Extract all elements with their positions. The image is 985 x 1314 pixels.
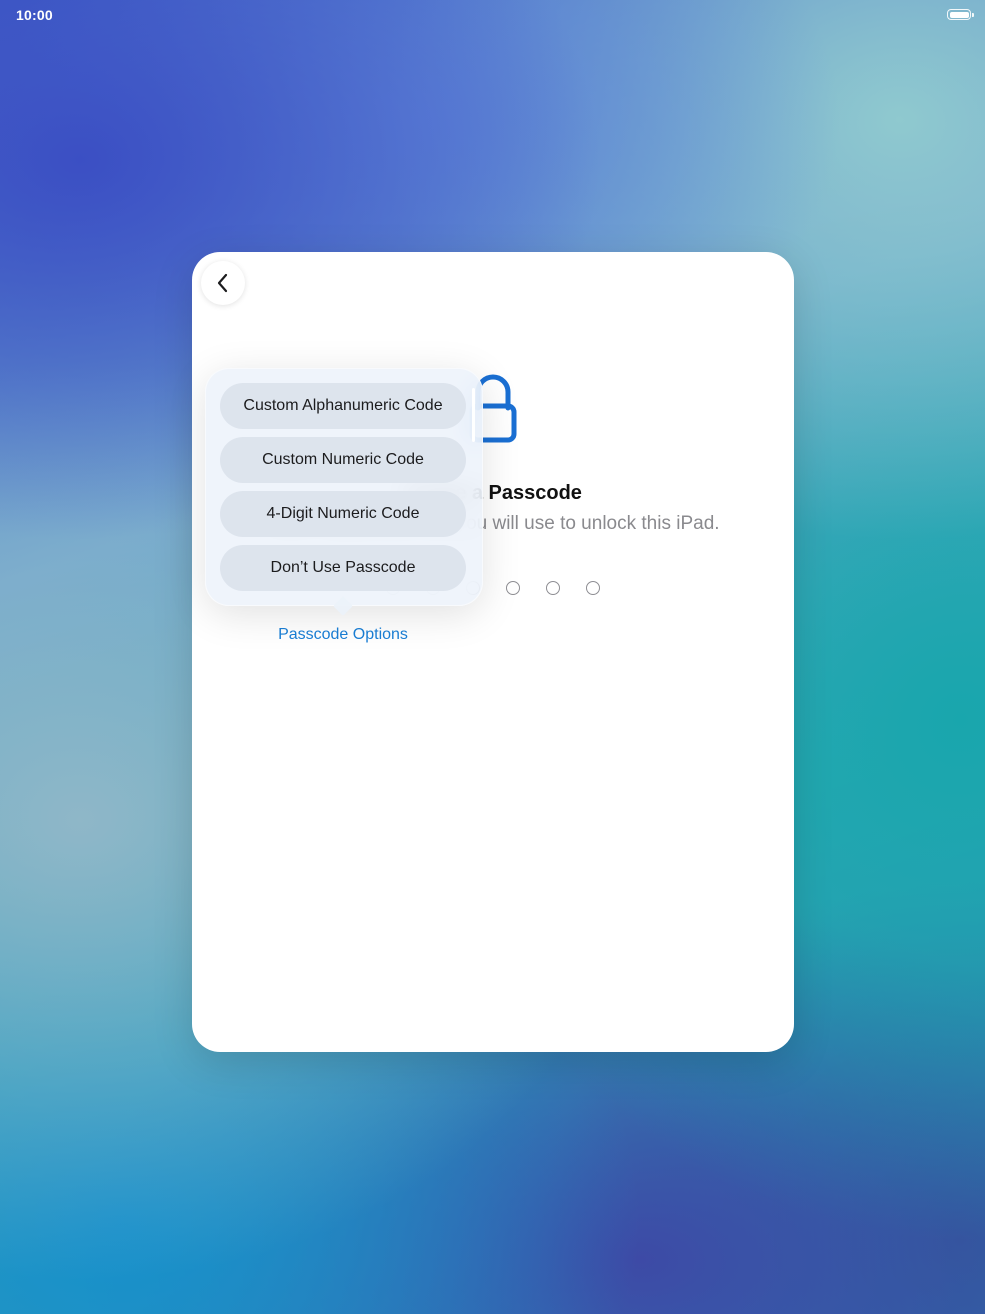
battery-full-icon <box>947 9 974 20</box>
status-time: 10:00 <box>16 7 53 23</box>
menu-item-custom-numeric[interactable]: Custom Numeric Code <box>220 437 466 483</box>
passcode-dot <box>506 581 520 595</box>
menu-item-4-digit-numeric[interactable]: 4-Digit Numeric Code <box>220 491 466 537</box>
chevron-left-icon <box>217 273 228 293</box>
passcode-dot <box>586 581 600 595</box>
menu-item-custom-alphanumeric[interactable]: Custom Alphanumeric Code <box>220 383 466 429</box>
passcode-options-popover: Custom Alphanumeric Code Custom Numeric … <box>205 368 483 616</box>
menu-item-dont-use-passcode[interactable]: Don’t Use Passcode <box>220 545 466 591</box>
passcode-options-link[interactable]: Passcode Options <box>248 626 438 644</box>
scroll-indicator <box>472 388 475 442</box>
passcode-options-menu: Custom Alphanumeric Code Custom Numeric … <box>220 383 466 591</box>
passcode-dot <box>546 581 560 595</box>
status-bar: 10:00 <box>0 0 985 30</box>
back-button[interactable] <box>201 261 245 305</box>
